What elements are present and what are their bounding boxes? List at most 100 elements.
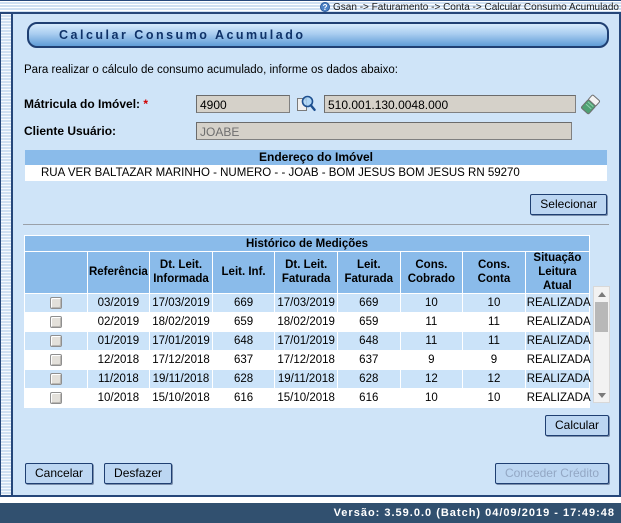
required-marker: * [143, 97, 148, 111]
scroll-up-icon [598, 292, 606, 297]
column-header: Leit. Faturada [338, 252, 400, 293]
inscricao-field[interactable] [324, 95, 576, 113]
search-button[interactable] [296, 94, 316, 114]
table-cell: 02/2019 [88, 313, 150, 331]
table-row: 03/201917/03/201966917/03/20196691010REA… [25, 294, 589, 312]
row-select-cell [25, 332, 87, 350]
selecionar-row: Selecionar [23, 194, 607, 215]
table-cell: 11 [463, 313, 525, 331]
table-cell: 12 [401, 370, 463, 388]
table-cell: 628 [213, 370, 275, 388]
table-row: 02/201918/02/201965918/02/20196591111REA… [25, 313, 589, 331]
search-icon [296, 101, 316, 116]
table-cell: 637 [213, 351, 275, 369]
table-cell: 18/02/2019 [275, 313, 337, 331]
calcular-button[interactable]: Calcular [545, 415, 609, 436]
table-row: 01/201917/01/201964817/01/20196481111REA… [25, 332, 589, 350]
row-checkbox[interactable] [50, 354, 62, 366]
cancelar-button[interactable]: Cancelar [25, 463, 93, 484]
table-cell: 648 [213, 332, 275, 350]
row-select-cell [25, 370, 87, 388]
table-cell: 648 [338, 332, 400, 350]
scrollbar-thumb[interactable] [595, 302, 608, 332]
table-cell: 17/01/2019 [150, 332, 212, 350]
version-text: Versão: 3.59.0.0 (Batch) 04/09/2019 - 17… [334, 507, 615, 519]
table-cell: 19/11/2018 [150, 370, 212, 388]
table-cell: 659 [338, 313, 400, 331]
table-cell: REALIZADA [526, 351, 589, 369]
table-cell: 669 [338, 294, 400, 312]
table-row: 12/201817/12/201863717/12/201863799REALI… [25, 351, 589, 369]
cliente-input[interactable] [196, 122, 572, 140]
table-cell: 17/01/2019 [275, 332, 337, 350]
calcular-row: Calcular [23, 415, 609, 436]
desfazer-button[interactable]: Desfazer [104, 463, 172, 484]
historico-table: Histórico de Medições ReferênciaDt. Leit… [24, 235, 590, 408]
row-checkbox[interactable] [50, 392, 62, 404]
row-select-cell [25, 294, 87, 312]
table-scrollbar[interactable] [593, 286, 610, 403]
selecionar-button[interactable]: Selecionar [530, 194, 607, 215]
main-frame: Calcular Consumo Acumulado Para realizar… [0, 14, 621, 497]
erase-button[interactable] [579, 94, 601, 114]
table-cell: 659 [213, 313, 275, 331]
table-cell: 10 [463, 389, 525, 407]
table-cell: 9 [463, 351, 525, 369]
table-cell: REALIZADA [526, 294, 589, 312]
historico-table-area: Histórico de Medições ReferênciaDt. Leit… [24, 235, 611, 408]
eraser-icon [579, 104, 601, 119]
table-cell: 15/10/2018 [150, 389, 212, 407]
table-cell: 616 [338, 389, 400, 407]
table-cell: 03/2019 [88, 294, 150, 312]
matricula-label-text: Mátricula do Imóvel: [24, 97, 140, 111]
instruction-text: Para realizar o cálculo de consumo acumu… [24, 64, 611, 76]
table-cell: 17/12/2018 [150, 351, 212, 369]
table-cell: 11/2018 [88, 370, 150, 388]
table-cell: 10 [463, 294, 525, 312]
page-title: Calcular Consumo Acumulado [59, 28, 306, 42]
table-cell: 10 [401, 294, 463, 312]
help-icon[interactable]: ? [320, 2, 330, 12]
table-cell: 01/2019 [88, 332, 150, 350]
row-checkbox[interactable] [50, 373, 62, 385]
endereco-value: RUA VER BALTAZAR MARINHO - NUMERO - - JO… [25, 165, 607, 181]
row-select-cell [25, 389, 87, 407]
column-header: Cons. Conta [463, 252, 525, 293]
column-header: Leit. Inf. [213, 252, 275, 293]
breadcrumb-path[interactable]: Gsan -> Faturamento -> Conta -> Calcular… [333, 2, 619, 13]
table-cell: 18/02/2019 [150, 313, 212, 331]
table-cell: 616 [213, 389, 275, 407]
table-title: Histórico de Medições [25, 236, 589, 251]
table-row: 10/201815/10/201861615/10/20186161010REA… [25, 389, 589, 407]
table-cell: REALIZADA [526, 370, 589, 388]
left-buttons: Cancelar Desfazer [25, 463, 172, 484]
table-cell: 12/2018 [88, 351, 150, 369]
column-header: Cons. Cobrado [401, 252, 463, 293]
table-cell: 19/11/2018 [275, 370, 337, 388]
row-select-cell [25, 313, 87, 331]
table-cell: 9 [401, 351, 463, 369]
column-header: Situação Leitura Atual [526, 252, 589, 293]
scroll-up-button[interactable] [594, 287, 609, 301]
table-cell: 17/12/2018 [275, 351, 337, 369]
column-header-select [25, 252, 87, 293]
conceder-credito-button[interactable]: Conceder Crédito [495, 463, 609, 484]
column-header: Dt. Leit. Faturada [275, 252, 337, 293]
table-cell: 17/03/2019 [275, 294, 337, 312]
table-cell: 12 [463, 370, 525, 388]
scrollbar-track[interactable] [594, 332, 609, 388]
table-cell: 10/2018 [88, 389, 150, 407]
table-cell: 628 [338, 370, 400, 388]
row-checkbox[interactable] [50, 297, 62, 309]
scroll-down-button[interactable] [594, 388, 609, 402]
row-checkbox[interactable] [50, 335, 62, 347]
cliente-row: Cliente Usuário: [24, 122, 611, 140]
table-cell: 10 [401, 389, 463, 407]
row-checkbox[interactable] [50, 316, 62, 328]
column-header: Dt. Leit. Informada [150, 252, 212, 293]
top-band: ? Gsan -> Faturamento -> Conta -> Calcul… [0, 0, 621, 12]
cliente-label: Cliente Usuário: [24, 124, 196, 138]
table-cell: 15/10/2018 [275, 389, 337, 407]
matricula-input[interactable] [196, 95, 290, 113]
content-panel: Calcular Consumo Acumulado Para realizar… [13, 14, 621, 495]
